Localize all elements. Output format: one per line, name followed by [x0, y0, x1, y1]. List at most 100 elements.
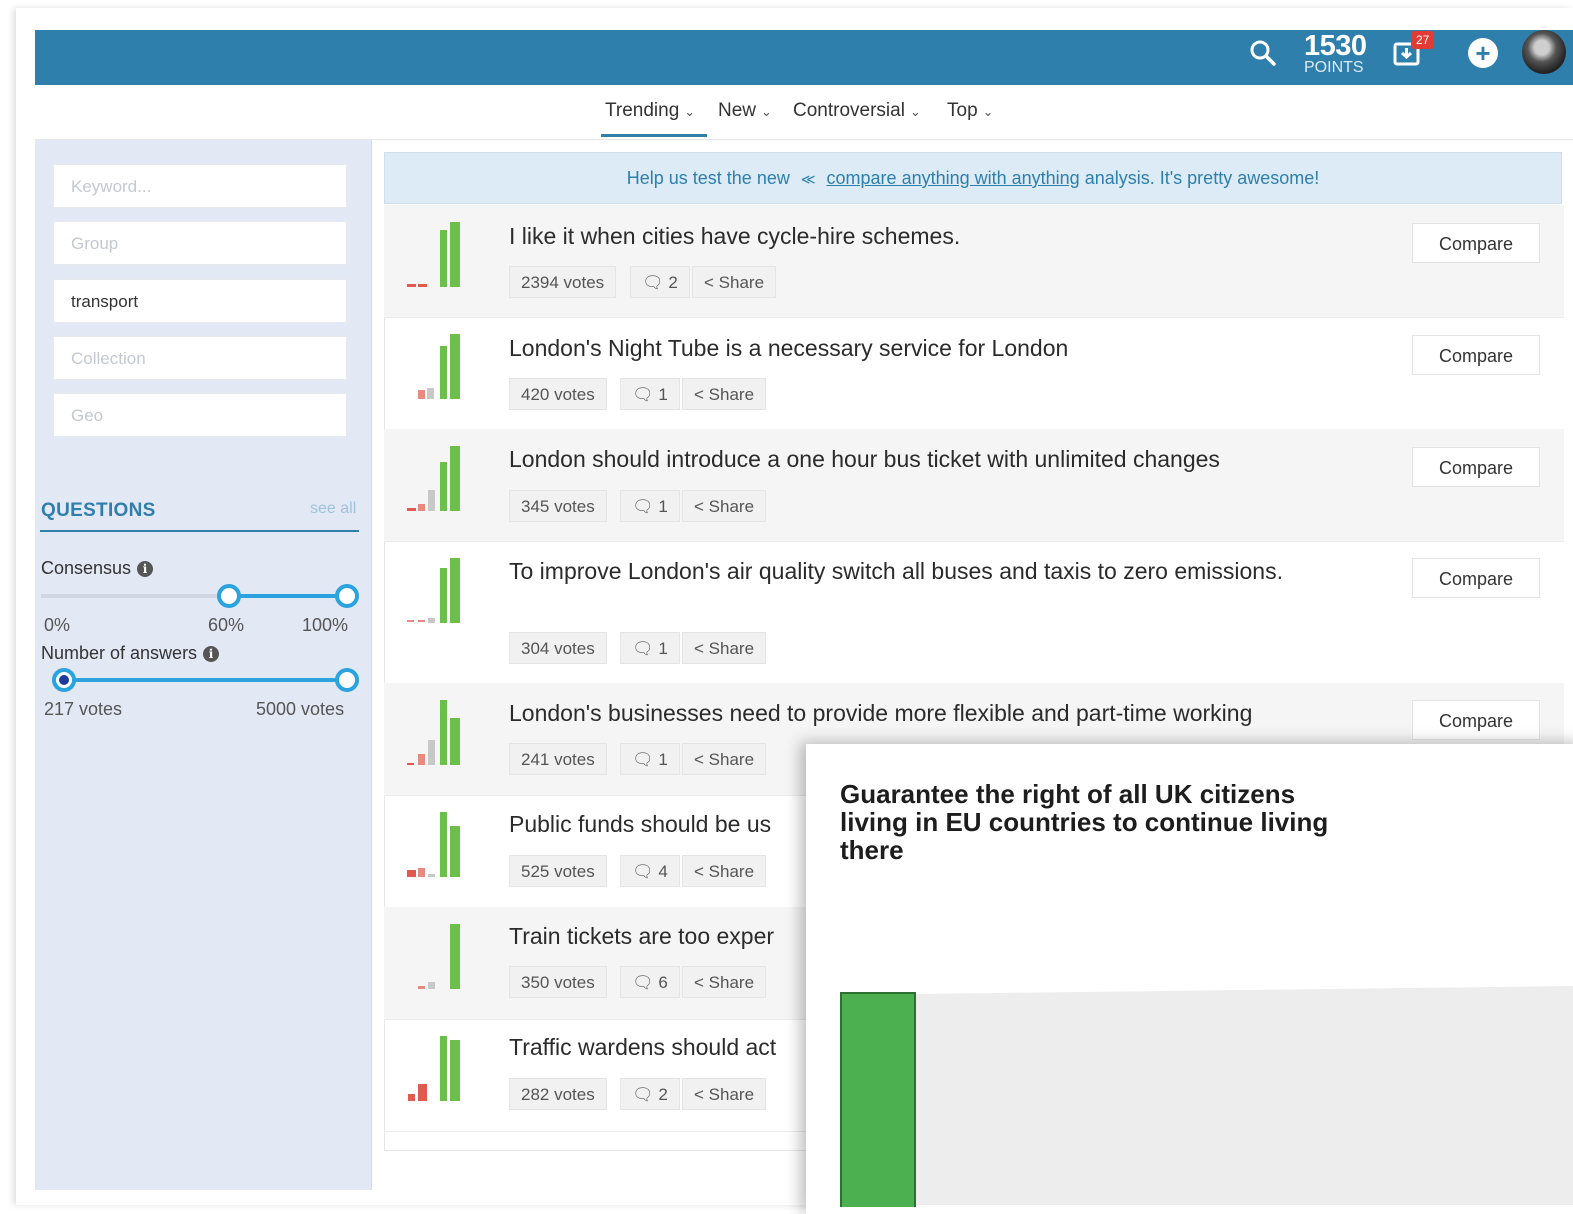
compare-icon: ≪ — [800, 171, 816, 187]
comment-count-value: 1 — [658, 750, 668, 769]
tab-trending[interactable]: Trending ⌄ — [605, 100, 695, 122]
info-icon[interactable]: i — [203, 646, 220, 662]
comment-count[interactable]: 🗨︎ 4 — [620, 855, 680, 887]
avatar[interactable] — [1522, 30, 1566, 74]
mini-chart — [407, 446, 460, 511]
comment-count-value: 1 — [658, 497, 668, 516]
share-label: Share — [708, 639, 755, 658]
share-button[interactable]: < Share — [682, 966, 767, 998]
tab-new[interactable]: New ⌄ — [718, 100, 772, 122]
search-icon[interactable] — [1248, 38, 1278, 68]
comment-count-value: 4 — [658, 862, 668, 881]
consensus-fill — [229, 594, 347, 598]
banner-link[interactable]: compare anything with anything — [827, 168, 1080, 188]
comment-count[interactable]: 🗨︎ 1 — [620, 632, 680, 664]
mini-chart — [407, 812, 460, 877]
question-text[interactable]: Traffic wardens should act — [509, 1032, 809, 1062]
compare-button[interactable]: Compare — [1412, 700, 1540, 740]
question-text[interactable]: I like it when cities have cycle-hire sc… — [509, 221, 1369, 251]
comment-count[interactable]: 🗨︎ 1 — [620, 490, 680, 522]
chevron-down-icon: ⌄ — [982, 104, 994, 119]
question-text[interactable]: London's businesses need to provide more… — [509, 698, 1369, 728]
consensus-min-handle[interactable] — [217, 584, 241, 608]
chevron-down-icon: ⌄ — [761, 104, 772, 119]
answers-tick: 217 votes — [44, 699, 123, 719]
question-text[interactable]: Public funds should be us — [509, 809, 809, 839]
see-all-link[interactable]: see all — [310, 500, 356, 518]
share-button[interactable]: < Share — [692, 266, 777, 298]
consensus-tick: 0% — [44, 615, 71, 635]
share-label: Share — [708, 385, 755, 404]
points-display[interactable]: 1530 POINTS — [1304, 30, 1367, 76]
share-label: Share — [708, 973, 755, 992]
geo-input[interactable]: Geo — [53, 393, 347, 437]
consensus-max-handle[interactable] — [335, 584, 359, 608]
keyword-input[interactable]: Keyword... — [53, 164, 347, 208]
consensus-tick: 100% — [302, 615, 349, 635]
share-button[interactable]: < Share — [682, 632, 767, 664]
answers-label: Number of answers i — [41, 643, 220, 664]
compare-button[interactable]: Compare — [1412, 558, 1540, 598]
comment-count[interactable]: 🗨︎ 2 — [620, 1078, 680, 1110]
vote-count: 525 votes — [509, 855, 607, 887]
comment-count[interactable]: 🗨︎ 2 — [630, 266, 690, 298]
share-label: Share — [708, 497, 755, 516]
question-text[interactable]: To improve London's air quality switch a… — [509, 556, 1309, 586]
comment-count[interactable]: 🗨︎ 1 — [620, 378, 680, 410]
popup-chart-area — [916, 986, 1573, 1205]
comment-icon: 🗨︎ — [632, 973, 659, 992]
comment-icon: 🗨︎ — [632, 639, 659, 658]
comment-count[interactable]: 🗨︎ 1 — [620, 743, 680, 775]
comment-count-value: 1 — [658, 385, 668, 404]
share-label: Share — [708, 862, 755, 881]
tab-controversial[interactable]: Controversial ⌄ — [793, 100, 921, 122]
comment-icon: 🗨︎ — [632, 497, 659, 516]
answers-max-handle[interactable] — [335, 668, 359, 692]
share-icon: < — [694, 973, 709, 992]
answers-fill — [64, 678, 347, 682]
collection-input[interactable]: Collection — [53, 336, 347, 380]
share-label: Share — [708, 750, 755, 769]
group-input[interactable]: Group — [53, 221, 347, 265]
chevron-down-icon: ⌄ — [684, 104, 696, 119]
question-text[interactable]: London's Night Tube is a necessary servi… — [509, 333, 1369, 363]
consensus-label: Consensus i — [41, 558, 154, 579]
tag-input[interactable]: transport — [53, 279, 347, 323]
questions-heading: QUESTIONS — [41, 500, 156, 521]
answers-min-handle[interactable] — [52, 668, 76, 692]
comment-count-value: 6 — [658, 973, 668, 992]
vote-count: 350 votes — [509, 966, 607, 998]
plus-icon[interactable]: + — [1468, 38, 1498, 68]
comment-count[interactable]: 🗨︎ 6 — [620, 966, 680, 998]
share-button[interactable]: < Share — [682, 378, 767, 410]
comment-icon: 🗨︎ — [632, 385, 659, 404]
share-icon: < — [694, 385, 709, 404]
vote-count: 345 votes — [509, 490, 607, 522]
info-icon[interactable]: i — [137, 561, 154, 577]
question-text[interactable]: Train tickets are too exper — [509, 921, 809, 951]
share-button[interactable]: < Share — [682, 743, 767, 775]
question-text[interactable]: London should introduce a one hour bus t… — [509, 444, 1369, 474]
banner-suffix: analysis. It's pretty awesome! — [1084, 168, 1320, 188]
compare-button[interactable]: Compare — [1412, 447, 1540, 487]
comment-count-value: 2 — [658, 1085, 668, 1104]
share-icon: < — [694, 1085, 709, 1104]
mini-chart — [407, 700, 460, 765]
compare-button[interactable]: Compare — [1412, 223, 1540, 263]
compare-button[interactable]: Compare — [1412, 335, 1540, 375]
consensus-label-text: Consensus — [41, 558, 132, 578]
share-button[interactable]: < Share — [682, 490, 767, 522]
notification-badge[interactable]: 27 — [1411, 31, 1435, 49]
points-label: POINTS — [1304, 59, 1364, 76]
popup-title: Guarantee the right of all UK citizens l… — [840, 779, 1329, 865]
share-button[interactable]: < Share — [682, 1078, 767, 1110]
share-button[interactable]: < Share — [682, 855, 767, 887]
tab-label: Top — [947, 100, 978, 121]
mini-chart — [408, 1036, 460, 1101]
answers-label-text: Number of answers — [41, 643, 198, 663]
tab-top[interactable]: Top ⌄ — [947, 100, 994, 122]
mini-chart — [418, 924, 460, 989]
points-value: 1530 — [1304, 30, 1367, 62]
divider — [40, 530, 359, 532]
share-label: Share — [718, 273, 765, 292]
